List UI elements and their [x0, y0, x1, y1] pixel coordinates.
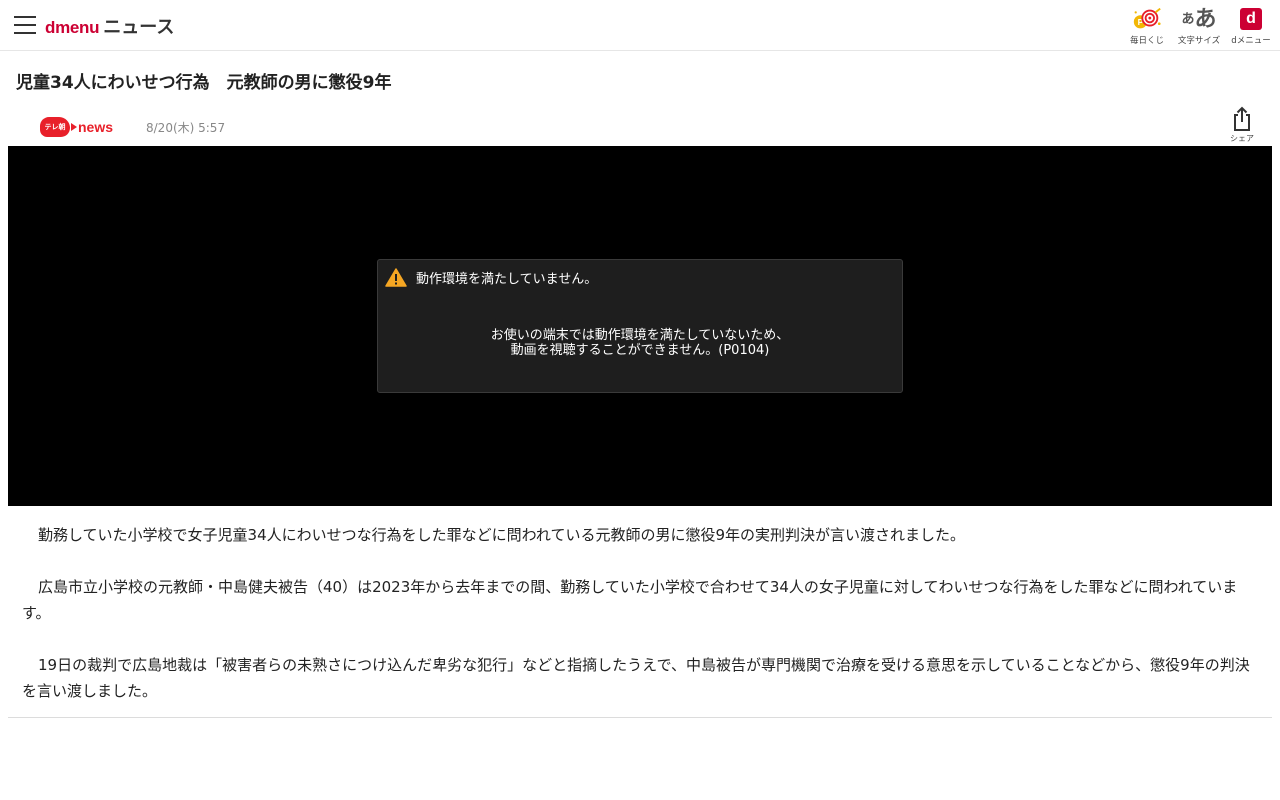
video-error-title: 動作環境を満たしていません。 [416, 272, 598, 287]
top-header: dmenu ニュース P 毎日くじ ああ 文字サイズ d dメニュー [0, 0, 1280, 51]
dmenu-glyph: d [1240, 8, 1262, 30]
video-player[interactable]: 動作環境を満たしていません。 お使いの端末では動作環境を満たしていないため、 動… [8, 146, 1272, 506]
warning-icon [385, 268, 407, 287]
share-button[interactable]: シェア [1226, 106, 1258, 144]
video-error-line-1: お使いの端末では動作環境を満たしていないため、 [490, 328, 790, 343]
dmenu-icon: d [1235, 5, 1267, 33]
brand-prefix: dmenu [45, 18, 100, 37]
daily-lottery-label: 毎日くじ [1129, 36, 1164, 46]
source-logo[interactable]: テレ朝 news [40, 116, 113, 138]
share-icon [1234, 106, 1250, 131]
article-title: 児童34人にわいせつ行為 元教師の男に懲役9年 [16, 73, 392, 93]
font-size-small-glyph: あ [1181, 11, 1195, 27]
font-size-button[interactable]: ああ 文字サイズ [1178, 5, 1220, 46]
header-tools: P 毎日くじ ああ 文字サイズ d dメニュー [1126, 5, 1272, 46]
daily-lottery-button[interactable]: P 毎日くじ [1126, 5, 1168, 46]
hamburger-menu-icon[interactable] [14, 15, 36, 35]
article-paragraph: 19日の裁判で広島地裁は「被害者らの未熟さにつけ込んだ卑劣な犯行」などと指摘した… [22, 656, 1250, 700]
article-paragraph: 広島市立小学校の元教師・中島健夫被告（40）は2023年から去年までの間、勤務し… [22, 578, 1238, 622]
source-logo-arrow-icon [71, 123, 77, 131]
brand-name: ニュース [103, 17, 175, 38]
video-error-dialog: 動作環境を満たしていません。 お使いの端末では動作環境を満たしていないため、 動… [377, 259, 903, 393]
publish-date: 8/20(木) 5:57 [146, 121, 226, 135]
article-paragraph: 勤務していた小学校で女子児童34人にわいせつな行為をした罪などに問われている元教… [38, 526, 965, 544]
video-error-message: お使いの端末では動作環境を満たしていないため、 動画を視聴することができません。… [378, 328, 902, 358]
share-label: シェア [1230, 134, 1254, 143]
font-size-icon: ああ [1181, 5, 1217, 33]
video-error-header: 動作環境を満たしていません。 [385, 268, 597, 287]
video-error-line-2: 動画を視聴することができません。(P0104) [510, 343, 770, 358]
dmenu-label: dメニュー [1231, 36, 1271, 46]
article-body: 勤務していた小学校で女子児童34人にわいせつな行為をした罪などに問われている元教… [22, 522, 1258, 704]
divider [8, 717, 1272, 718]
dmenu-button[interactable]: d dメニュー [1230, 5, 1272, 46]
font-size-label: 文字サイズ [1177, 36, 1221, 46]
site-logo[interactable]: dmenu ニュース [45, 13, 175, 38]
source-logo-mark: テレ朝 [40, 117, 70, 137]
source-logo-text: news [78, 119, 114, 135]
lottery-target-icon: P [1131, 5, 1163, 33]
font-size-big-glyph: あ [1194, 6, 1217, 32]
